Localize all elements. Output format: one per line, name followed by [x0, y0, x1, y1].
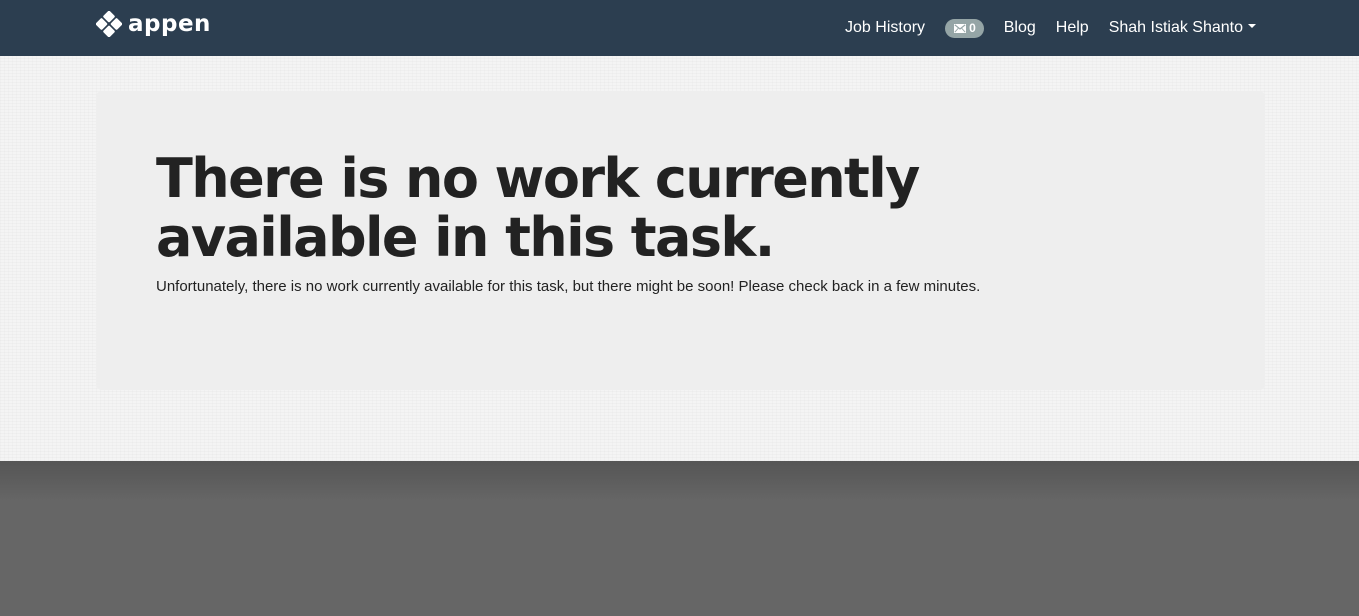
caret-down-icon — [1248, 23, 1256, 28]
brand-name: appen — [128, 11, 211, 37]
brand-logo-link[interactable]: appen — [96, 9, 211, 39]
envelope-icon — [954, 23, 967, 33]
nav-blog-link[interactable]: Blog — [1004, 19, 1036, 37]
nav-help-link[interactable]: Help — [1056, 19, 1089, 37]
top-navbar: appen Job History 0 Blog Help Shah Istia… — [0, 0, 1359, 56]
user-name: Shah Istiak Shanto — [1108, 19, 1243, 36]
user-menu-toggle[interactable]: Shah Istiak Shanto — [1109, 19, 1256, 37]
no-work-panel: There is no work currently available in … — [96, 91, 1265, 390]
page-title: There is no work currently available in … — [156, 147, 920, 269]
footer-area — [0, 461, 1359, 616]
nav-job-history-link[interactable]: Job History — [845, 19, 925, 37]
no-work-message: Unfortunately, there is no work currentl… — [156, 278, 981, 295]
diamond-cluster-icon — [96, 11, 122, 37]
messages-count: 0 — [969, 21, 976, 35]
messages-badge[interactable]: 0 — [945, 18, 984, 38]
nav-links: Job History 0 Blog Help Shah Istiak Shan… — [845, 0, 1256, 56]
